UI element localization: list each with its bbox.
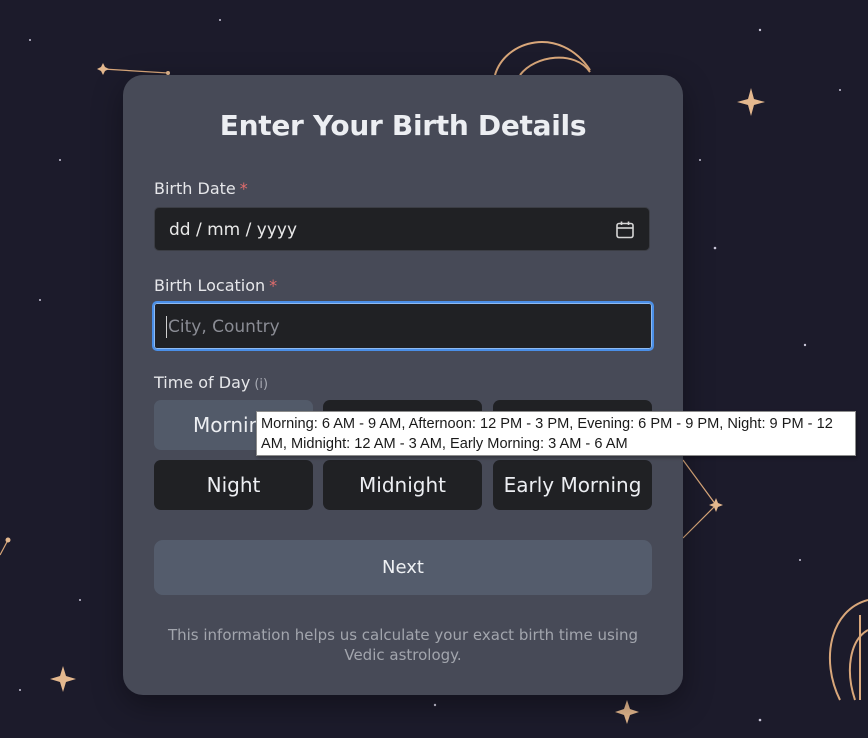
time-option-midnight[interactable]: Midnight bbox=[323, 460, 482, 510]
birth-location-input[interactable] bbox=[166, 314, 640, 340]
birth-date-value: dd / mm / yyyy bbox=[169, 220, 298, 240]
footnote-text: This information helps us calculate your… bbox=[167, 626, 639, 664]
time-option-night[interactable]: Night bbox=[154, 460, 313, 510]
required-mark: * bbox=[239, 179, 248, 198]
info-icon[interactable]: (i) bbox=[254, 377, 268, 392]
calendar-icon[interactable] bbox=[615, 220, 635, 240]
required-mark: * bbox=[269, 276, 278, 295]
birth-date-input[interactable]: dd / mm / yyyy bbox=[154, 207, 650, 251]
birth-location-field[interactable] bbox=[152, 301, 654, 351]
birth-details-card: Enter Your Birth Details Birth Date * dd … bbox=[123, 75, 683, 695]
text-caret bbox=[166, 316, 167, 338]
star-icon bbox=[50, 666, 76, 692]
star-icon bbox=[615, 700, 639, 724]
star-icon bbox=[737, 88, 765, 116]
page-title: Enter Your Birth Details bbox=[219, 109, 587, 142]
time-of-day-tooltip: Morning: 6 AM - 9 AM, Afternoon: 12 PM -… bbox=[256, 411, 856, 456]
time-option-early-morning[interactable]: Early Morning bbox=[493, 460, 652, 510]
birth-date-label: Birth Date * bbox=[154, 179, 248, 198]
next-button[interactable]: Next bbox=[154, 540, 652, 595]
time-of-day-label: Time of Day (i) bbox=[154, 373, 269, 392]
star-icon bbox=[97, 63, 109, 75]
moon-icon bbox=[494, 41, 591, 76]
birth-location-label: Birth Location * bbox=[154, 276, 278, 295]
